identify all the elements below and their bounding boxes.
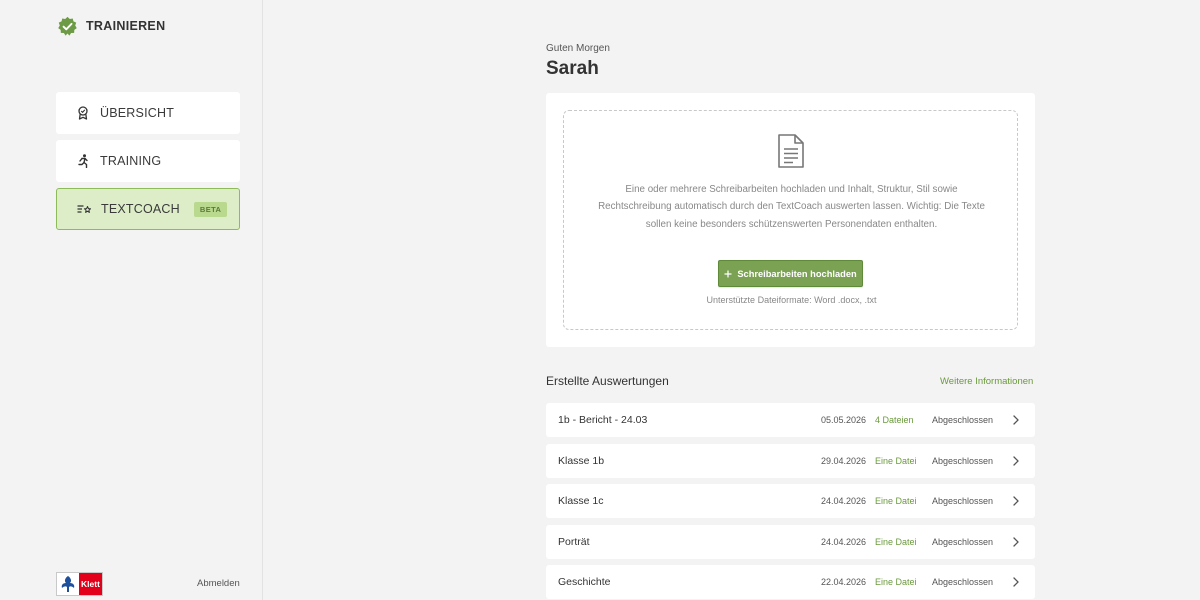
klett-mark-icon (57, 573, 79, 595)
beta-badge: BETA (193, 201, 228, 217)
row-status: Abgeschlossen (932, 455, 994, 466)
brand[interactable]: TRAINIEREN (57, 15, 165, 37)
chevron-right-icon (1013, 415, 1019, 425)
row-status: Abgeschlossen (932, 536, 994, 547)
table-row[interactable]: Klasse 1b 29.04.2026 Eine Datei Abgeschloss… (546, 443, 1035, 478)
upload-button[interactable]: Schreibarbeiten hochladen (718, 260, 863, 287)
check-badge-icon (58, 16, 77, 36)
chevron-right-icon (1013, 577, 1019, 587)
table-row[interactable]: Porträt 24.04.2026 Eine Datei Abgeschlossen (546, 524, 1035, 559)
row-status: Abgeschlossen (932, 577, 994, 587)
table-row[interactable]: Geschichte 22.04.2026 Eine Datei Abgeschlos… (546, 565, 1035, 599)
chevron-right-icon (1013, 536, 1019, 547)
row-name: Klasse 1c (558, 495, 604, 507)
table-row[interactable]: 1b - Bericht - 24.03 05.05.2026 4 Dateien A… (546, 403, 1035, 437)
row-date: 05.05.2026 (820, 415, 866, 425)
row-file-count: Eine Datei (875, 496, 917, 506)
row-file-count: Eine Datei (875, 455, 917, 466)
row-file-count: Eine Datei (875, 577, 917, 587)
row-status: Abgeschlossen (932, 415, 994, 425)
row-date: 29.04.2026 (820, 455, 866, 466)
award-icon (76, 106, 90, 120)
more-info-link[interactable]: Weitere Informationen (940, 376, 1033, 387)
row-date: 22.04.2026 (820, 577, 866, 587)
klett-wordmark: Klett (79, 573, 102, 595)
row-date: 24.04.2026 (820, 496, 866, 506)
row-status: Abgeschlossen (932, 496, 994, 506)
upload-card: Eine oder mehrere Schreibarbeiten hochla… (546, 93, 1035, 347)
row-date: 24.04.2026 (820, 536, 866, 547)
section-title: Erstellte Auswertungen (546, 374, 669, 388)
greeting: Guten Morgen (546, 43, 610, 54)
chevron-right-icon (1013, 496, 1019, 506)
row-name: 1b - Bericht - 24.03 (558, 414, 648, 426)
document-icon (778, 134, 804, 168)
sidebar-item-label: ÜBERSICHT (100, 106, 175, 120)
row-file-count: 4 Dateien (875, 415, 914, 425)
logout-link[interactable]: Abmelden (197, 578, 240, 589)
list-star-icon (77, 202, 91, 216)
upload-description: Eine oder mehrere Schreibarbeiten hochla… (598, 184, 985, 230)
chevron-right-icon (1013, 455, 1019, 466)
row-name: Porträt (558, 535, 590, 548)
klett-logo: Klett (56, 572, 103, 596)
supported-formats: Unterstützte Dateiformate: Word .docx, .… (706, 295, 877, 305)
sidebar-item-label: TEXTCOACH (101, 202, 180, 216)
sidebar-item-overview[interactable]: ÜBERSICHT (56, 92, 240, 134)
sidebar-item-training[interactable]: TRAINING (56, 140, 240, 182)
sidebar: TRAINIEREN ÜBERSICHT TRAINING TEXTCOACH … (0, 0, 263, 600)
row-name: Klasse 1b (558, 454, 605, 467)
sidebar-item-textcoach[interactable]: TEXTCOACH BETA (56, 188, 240, 230)
brand-name: TRAINIEREN (86, 19, 166, 33)
plus-icon (724, 270, 732, 277)
row-name: Geschichte (558, 576, 611, 588)
page-title: Sarah (546, 58, 599, 79)
row-file-count: Eine Datei (875, 536, 917, 547)
upload-dropzone[interactable]: Eine oder mehrere Schreibarbeiten hochla… (563, 110, 1018, 330)
table-row[interactable]: Klasse 1c 24.04.2026 Eine Datei Abgeschloss… (546, 484, 1035, 518)
upload-button-label: Schreibarbeiten hochladen (737, 268, 857, 279)
sidebar-item-label: TRAINING (100, 154, 162, 168)
running-person-icon (76, 154, 90, 168)
